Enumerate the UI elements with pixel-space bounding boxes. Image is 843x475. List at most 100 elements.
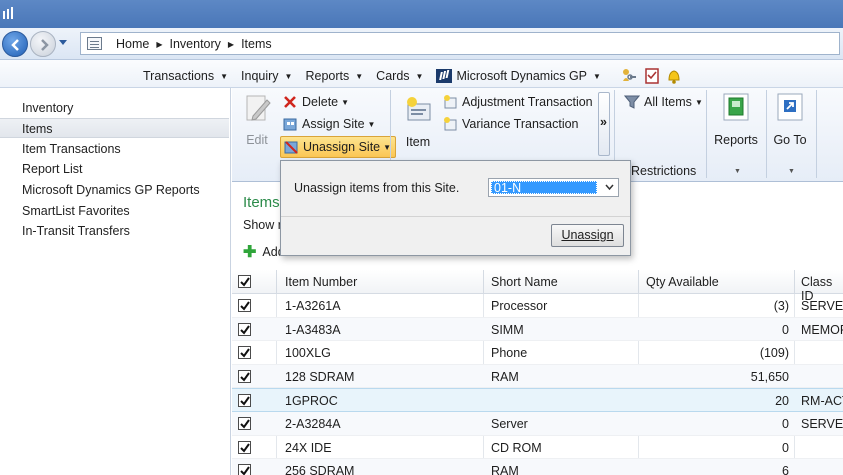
item-button[interactable]: Item xyxy=(398,94,438,149)
row-checkbox[interactable] xyxy=(238,346,251,360)
unassign-site-prompt: Unassign items from this Site. xyxy=(294,181,460,195)
chevron-down-icon[interactable]: ▼ xyxy=(734,168,741,175)
menu-label: Cards xyxy=(376,69,410,83)
menu-inquiry[interactable]: Inquiry ▼ xyxy=(241,69,292,83)
bell-icon[interactable] xyxy=(666,67,682,85)
filter-funnel-icon xyxy=(624,95,640,109)
row-checkbox[interactable] xyxy=(238,299,251,312)
nav-item-items[interactable]: Items xyxy=(0,118,229,138)
check-icon xyxy=(240,372,250,382)
unassign-site-icon xyxy=(284,141,298,154)
reports-icon xyxy=(723,93,749,121)
check-icon xyxy=(240,277,250,287)
row-checkbox[interactable] xyxy=(238,394,251,408)
menu-reports[interactable]: Reports ▼ xyxy=(305,69,363,83)
menu-cards[interactable]: Cards ▼ xyxy=(376,69,423,83)
site-select[interactable]: 01-N xyxy=(488,178,619,197)
table-row[interactable]: 2-A3284A Server SERVERS 0 xyxy=(232,412,843,436)
ribbon-more-button[interactable]: » xyxy=(598,92,610,156)
reports-label: Reports xyxy=(714,133,758,147)
reports-button[interactable]: Reports xyxy=(712,92,760,147)
nav-item-in-transit-transfers[interactable]: In-Transit Transfers xyxy=(0,221,229,241)
item-number-cell: 1-A3483A xyxy=(285,322,341,337)
menu-microsoft-dynamics-gp[interactable]: Microsoft Dynamics GP ▼ xyxy=(436,69,601,83)
select-all-checkbox[interactable] xyxy=(238,275,251,288)
all-items-filter[interactable]: All Items ▼ xyxy=(624,94,703,110)
unassign-site-button[interactable]: Unassign Site ▼ xyxy=(280,136,397,158)
adjustment-transaction-button[interactable]: Adjustment Transaction xyxy=(442,94,593,110)
chevron-down-icon: ▼ xyxy=(341,97,350,107)
history-dropdown-icon[interactable] xyxy=(58,39,68,47)
menu-label: Transactions xyxy=(143,69,215,83)
chevron-down-icon: ▼ xyxy=(694,97,703,107)
page-icon xyxy=(87,37,102,50)
table-row[interactable]: 1-A3483A SIMM MEMORY 0 xyxy=(232,317,843,342)
dynamics-logo-icon xyxy=(436,69,453,83)
column-header-short-name[interactable]: Short Name xyxy=(491,275,558,289)
unassign-button[interactable]: Unassign xyxy=(551,224,624,247)
divider xyxy=(281,216,630,217)
table-row[interactable]: 128 SDRAM RAM 51,650 xyxy=(232,364,843,389)
table-row[interactable]: 100XLG Phone (109) xyxy=(232,341,843,365)
short-name-cell: CD ROM xyxy=(491,440,542,455)
check-icon xyxy=(240,419,250,429)
forward-arrow-icon xyxy=(41,39,49,51)
check-icon xyxy=(240,301,250,311)
column-header-qty-available[interactable]: Qty Available xyxy=(646,275,719,289)
restrictions-group-label: Restrictions xyxy=(631,164,697,178)
row-checkbox[interactable] xyxy=(238,464,251,475)
table-row[interactable]: 1GPROC RM-ACT 20 xyxy=(232,388,843,412)
user-key-icon[interactable] xyxy=(620,67,638,85)
items-table: Item Number Short Name Qty Available Cla… xyxy=(232,270,843,475)
chevron-down-icon[interactable]: ▼ xyxy=(788,168,795,175)
unassign-site-popup: Unassign items from this Site. 01-N Unas… xyxy=(280,160,631,256)
delete-button[interactable]: Delete ▼ xyxy=(282,94,349,110)
check-icon xyxy=(240,443,250,453)
task-list-icon[interactable] xyxy=(644,67,660,85)
class-id-cell: RM-ACT xyxy=(801,394,843,409)
row-checkbox[interactable] xyxy=(238,369,251,383)
row-checkbox[interactable] xyxy=(238,417,251,430)
page-title: Items xyxy=(243,194,280,211)
row-checkbox[interactable] xyxy=(238,322,251,336)
forward-button[interactable] xyxy=(30,31,56,57)
column-header-item-number[interactable]: Item Number xyxy=(285,275,357,289)
chevron-down-icon: ▼ xyxy=(284,71,293,81)
class-id-cell: MEMORY xyxy=(801,322,843,337)
nav-item-inventory[interactable]: Inventory xyxy=(0,98,229,118)
table-row[interactable]: 256 SDRAM RAM 6 xyxy=(232,459,843,475)
nav-item-report-list[interactable]: Report List xyxy=(0,159,229,179)
nav-item-gp-reports[interactable]: Microsoft Dynamics GP Reports xyxy=(0,180,229,200)
transaction-icon xyxy=(444,117,457,131)
check-icon xyxy=(240,325,250,335)
variance-transaction-button[interactable]: Variance Transaction xyxy=(442,116,579,132)
item-number-cell: 1-A3261A xyxy=(285,299,341,313)
breadcrumb-inventory[interactable]: Inventory xyxy=(170,37,221,51)
table-row[interactable]: 24X IDE CD ROM 0 xyxy=(232,436,843,460)
row-checkbox[interactable] xyxy=(238,440,251,454)
back-button[interactable] xyxy=(2,31,28,57)
assign-site-button[interactable]: Assign Site ▼ xyxy=(282,116,375,132)
short-name-cell: RAM xyxy=(491,464,519,475)
chevron-right-icon: ▶ xyxy=(156,39,163,49)
all-items-label: All Items xyxy=(644,95,692,109)
chevron-down-icon xyxy=(605,184,614,191)
chevron-down-icon: ▼ xyxy=(355,71,364,81)
table-header: Item Number Short Name Qty Available Cla… xyxy=(232,270,843,303)
navigation-pane: Inventory Items Item Transactions Report… xyxy=(0,88,231,475)
nav-item-item-transactions[interactable]: Item Transactions xyxy=(0,139,229,159)
table-row[interactable]: 1-A3261A Processor SERVERS (3) xyxy=(232,294,843,318)
class-id-cell: SERVERS xyxy=(801,299,843,313)
plus-icon: ✚ xyxy=(243,244,257,261)
add-link[interactable]: ✚ Add xyxy=(243,242,285,262)
qty-available-cell: 6 xyxy=(782,464,789,475)
breadcrumb-items[interactable]: Items xyxy=(241,37,272,51)
edit-button[interactable]: Edit xyxy=(240,92,274,147)
breadcrumb-home[interactable]: Home xyxy=(116,37,149,51)
nav-item-smartlist-favorites[interactable]: SmartList Favorites xyxy=(0,201,229,221)
menu-transactions[interactable]: Transactions ▼ xyxy=(143,69,228,83)
chevron-down-icon: ▼ xyxy=(415,71,424,81)
go-to-button[interactable]: Go To xyxy=(770,92,810,147)
assign-site-label: Assign Site xyxy=(302,117,365,131)
qty-available-cell: (3) xyxy=(773,299,789,313)
